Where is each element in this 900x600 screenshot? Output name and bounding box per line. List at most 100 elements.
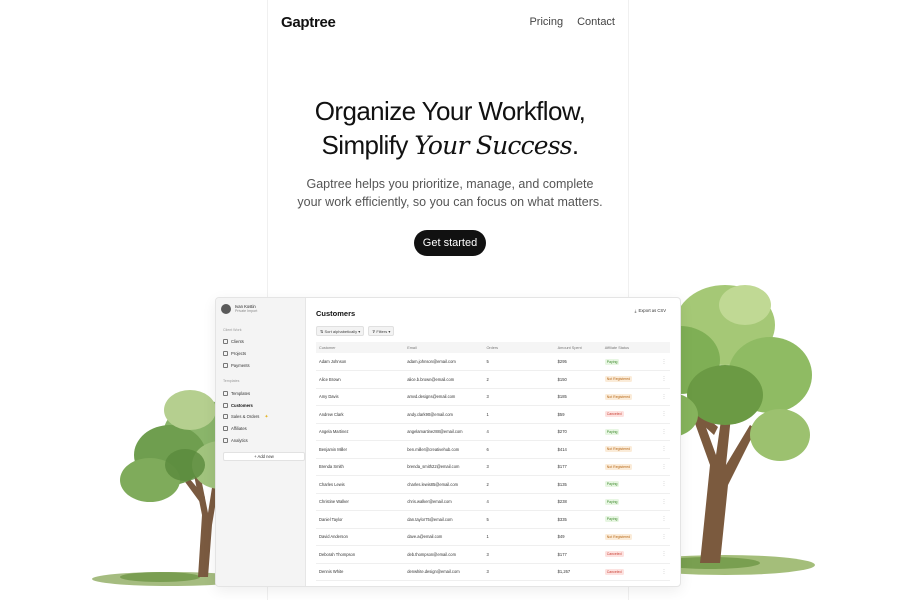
more-icon[interactable]: ⋮	[654, 493, 670, 511]
clients-icon	[223, 339, 228, 345]
status-badge: Canceled	[604, 568, 624, 575]
status-badge: Paying	[604, 516, 620, 523]
customer-cell: David Anderson	[316, 528, 405, 546]
add-new-button[interactable]: + Add new	[223, 452, 305, 462]
orders-cell: 3	[483, 563, 555, 581]
status-cell: Canceled	[601, 405, 655, 424]
status-badge: Canceled	[604, 411, 624, 418]
email-cell: alice.b.brown@email.com	[404, 370, 484, 389]
customer-cell: Christine Walker	[316, 493, 405, 511]
table-row[interactable]: Amy Davis amvd.designs@email.com 3 $185 Not …	[316, 388, 670, 406]
nav-link-pricing[interactable]: Pricing	[529, 16, 563, 28]
customers-table: Customer Email Orders Amount Spent Affil…	[316, 342, 670, 581]
orders-cell: 3	[483, 458, 555, 476]
more-icon[interactable]: ⋮	[654, 423, 670, 441]
projects-icon	[223, 351, 228, 357]
customer-cell: Dennis White	[316, 563, 405, 581]
sidebar-item-label: Affiliates	[231, 426, 247, 432]
customer-cell: Benjamin Miller	[316, 440, 405, 459]
filters-button[interactable]: ⊽ Filters ▾	[368, 326, 395, 336]
table-row[interactable]: Deborah Thompson deb.thompson@email.com 3 $…	[316, 545, 670, 564]
email-cell: charles.lewis85@email.com	[404, 475, 484, 494]
status-cell: Paying	[601, 423, 655, 441]
table-row[interactable]: Dennis White denwhite.design@email.com 3 $1…	[316, 563, 670, 581]
get-started-button[interactable]: Get started	[413, 230, 487, 256]
table-row[interactable]: Angela Martinez angelamartinez88@email.co…	[316, 423, 670, 441]
sidebar-section-templates: Templates	[223, 379, 240, 384]
status-badge: Paying	[604, 358, 620, 365]
more-icon[interactable]: ⋮	[654, 510, 670, 529]
email-cell: ben.miller@creativehub.com	[404, 440, 484, 459]
email-cell: amvd.designs@email.com	[404, 388, 484, 406]
description-line2: your work efficiently, so you can focus …	[297, 195, 603, 209]
sidebar-item-sales-orders[interactable]: Sales & Orders ✦	[221, 411, 300, 423]
amount-cell: $238	[554, 493, 602, 511]
customer-cell: Adam Johnson	[316, 353, 405, 371]
table-row[interactable]: Andrew Clark andy.clark90@email.com 1 $59 Ca…	[316, 405, 670, 424]
more-icon[interactable]: ⋮	[654, 563, 670, 581]
more-icon[interactable]: ⋮	[654, 353, 670, 371]
more-icon[interactable]: ⋮	[654, 475, 670, 494]
page-title: Customers	[316, 309, 356, 318]
toolbar: ⇅ Sort alphabetically ▾ ⊽ Filters ▾	[316, 326, 670, 336]
orders-cell: 4	[483, 493, 555, 511]
sort-label: Sort alphabetically	[324, 328, 358, 334]
sidebar-item-label: Sales & Orders	[231, 414, 260, 420]
status-badge: Not Registered	[604, 393, 633, 400]
column-header-email[interactable]: Email	[404, 342, 483, 353]
column-header-amount[interactable]: Amount Spent	[555, 342, 602, 353]
status-cell: Canceled	[601, 563, 655, 581]
customer-cell: Amy Davis	[316, 388, 405, 406]
logo[interactable]: Gaptree	[281, 14, 336, 31]
amount-cell: $135	[554, 475, 602, 494]
amount-cell: $59	[554, 405, 602, 424]
orders-cell: 6	[483, 440, 555, 459]
amount-cell: $414	[554, 440, 602, 459]
sidebar-item-label: Clients	[231, 339, 244, 345]
status-badge: Not Registered	[604, 376, 633, 383]
sidebar-item-label: Analytics	[231, 437, 248, 443]
status-badge: Not Registered	[604, 446, 633, 453]
table-row[interactable]: Alice Brown alice.b.brown@email.com 2 $150 N…	[316, 370, 670, 389]
more-icon[interactable]: ⋮	[654, 528, 670, 546]
customer-cell: Brenda Smith	[316, 458, 405, 476]
status-cell: Canceled	[601, 545, 655, 564]
column-header-orders[interactable]: Orders	[483, 342, 554, 353]
sidebar-item-templates[interactable]: Templates	[221, 387, 300, 399]
table-row[interactable]: Christine Walker chris.walker@email.com 4 $…	[316, 493, 670, 511]
nav-links: Pricing Contact	[529, 16, 615, 28]
table-row[interactable]: Brenda Smith brenda_smith22@email.com 3 $17…	[316, 458, 670, 476]
table-row[interactable]: David Anderson dave.a@email.com 1 $49 Not Re…	[316, 528, 670, 546]
customer-cell: Daniel Taylor	[316, 510, 405, 529]
table-row[interactable]: Adam Johnson adam.johnson@email.com 5 $295 P…	[316, 353, 670, 371]
table-row[interactable]: Benjamin Miller ben.miller@creativehub.co…	[316, 440, 670, 459]
more-icon[interactable]: ⋮	[654, 545, 670, 564]
user-subtitle: Private Import	[235, 309, 258, 313]
sort-dropdown[interactable]: ⇅ Sort alphabetically ▾	[316, 326, 365, 336]
more-icon[interactable]: ⋮	[654, 458, 670, 476]
more-icon[interactable]: ⋮	[654, 370, 670, 389]
status-cell: Not Registered	[601, 370, 655, 389]
column-header-affiliate-status[interactable]: Affiliate Status	[602, 342, 655, 353]
nav-link-contact[interactable]: Contact	[577, 16, 615, 28]
sidebar-item-customers[interactable]: Customers	[221, 399, 300, 411]
sidebar-item-analytics[interactable]: Analytics	[221, 435, 300, 447]
user-profile[interactable]: Ivan Kostin Private Import	[221, 304, 300, 314]
hero: Organize Your Workflow, Simplify Your Su…	[200, 94, 700, 256]
templates-icon	[223, 390, 228, 396]
table-row[interactable]: Charles Lewis charles.lewis85@email.com 2 $…	[316, 475, 670, 494]
more-icon[interactable]: ⋮	[654, 440, 670, 459]
sidebar-item-clients[interactable]: Clients	[221, 336, 300, 348]
customer-cell: Deborah Thompson	[316, 545, 405, 564]
more-icon[interactable]: ⋮	[654, 405, 670, 424]
amount-cell: $335	[554, 510, 602, 529]
sidebar-item-projects[interactable]: Projects	[221, 348, 300, 360]
export-csv-button[interactable]: ⤓ Export as CSV	[635, 308, 666, 313]
column-header-customer[interactable]: Customer	[316, 342, 404, 353]
table-row[interactable]: Daniel Taylor dan.taylor75@email.com 5 $335…	[316, 510, 670, 529]
amount-cell: $185	[554, 388, 602, 406]
sidebar-item-affiliates[interactable]: Affiliates	[221, 423, 300, 435]
sidebar-item-payments[interactable]: Payments	[221, 360, 300, 372]
status-cell: Paying	[601, 475, 655, 494]
more-icon[interactable]: ⋮	[654, 388, 670, 406]
